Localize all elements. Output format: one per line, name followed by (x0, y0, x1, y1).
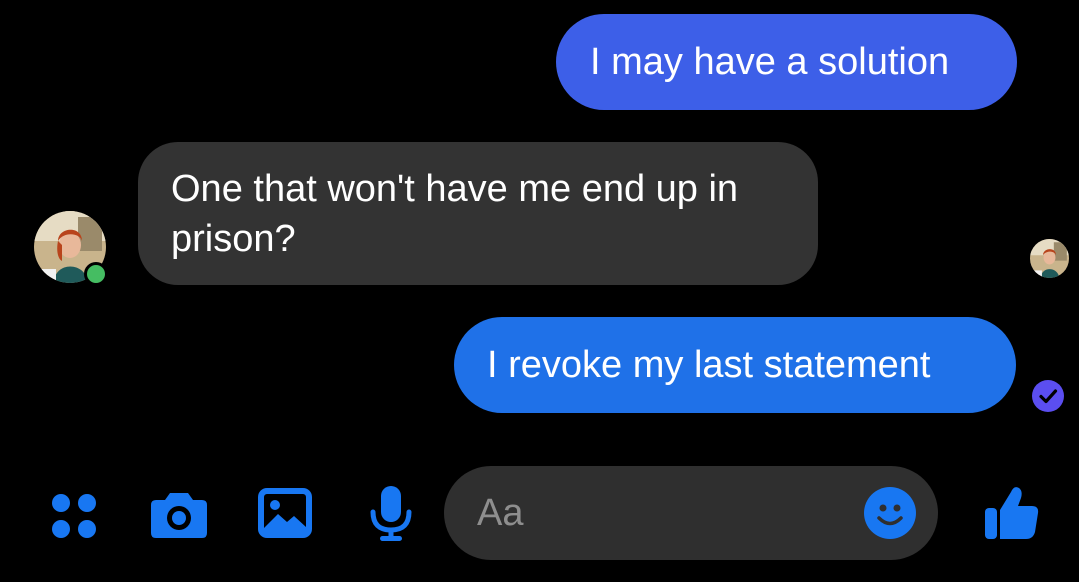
incoming-message-bubble[interactable]: One that won't have me end up in prison? (138, 142, 818, 285)
image-icon[interactable] (258, 488, 312, 538)
message-text: I revoke my last statement (487, 344, 931, 386)
outgoing-message-bubble[interactable]: I revoke my last statement (454, 317, 1016, 413)
outgoing-message-bubble[interactable]: I may have a solution (556, 14, 1017, 110)
camera-icon[interactable] (150, 489, 208, 539)
thumbs-up-icon[interactable] (985, 484, 1039, 540)
message-text: One that won't have me end up in prison? (171, 168, 739, 260)
message-input[interactable] (477, 490, 847, 536)
seen-avatar-icon (1030, 239, 1069, 278)
sent-check-icon (1032, 380, 1064, 412)
message-text: I may have a solution (590, 41, 950, 83)
apps-grid-icon[interactable] (50, 492, 98, 540)
online-status-indicator (84, 262, 108, 286)
emoji-icon[interactable] (864, 487, 916, 539)
microphone-icon[interactable] (370, 486, 412, 542)
read-receipt-avatar (1030, 239, 1069, 278)
message-composer[interactable] (444, 466, 938, 560)
